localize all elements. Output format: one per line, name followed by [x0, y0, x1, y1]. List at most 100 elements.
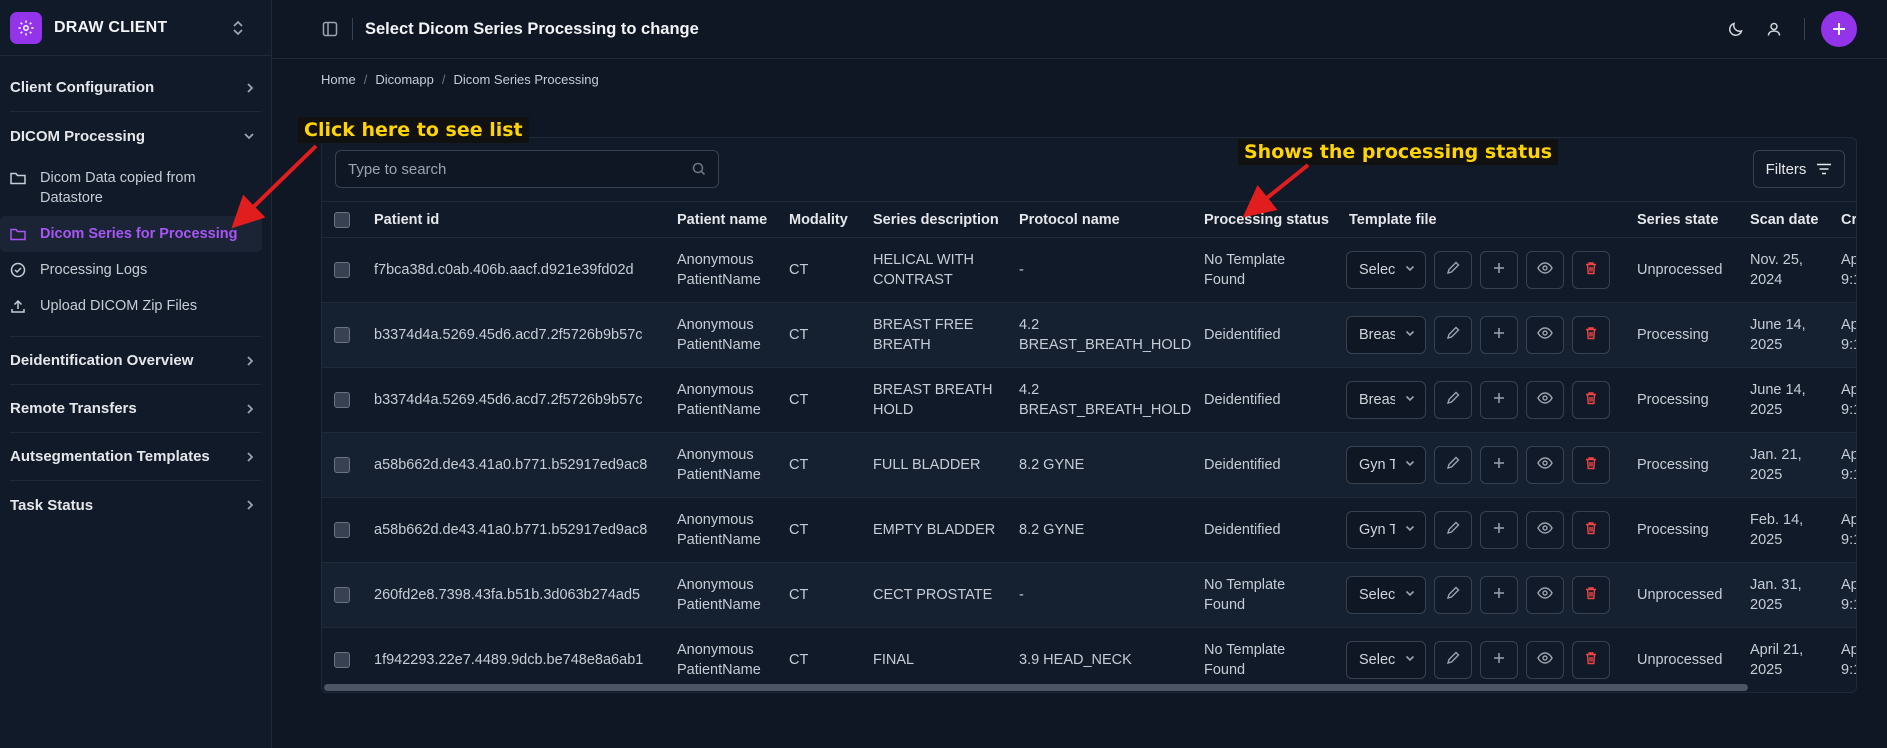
patient-id-cell[interactable]: 260fd2e8.7398.43fa.b51b.3d063b274ad5: [374, 585, 640, 605]
moon-icon[interactable]: [1728, 21, 1744, 37]
row-checkbox[interactable]: [334, 652, 350, 668]
user-icon[interactable]: [1766, 21, 1782, 37]
edit-button[interactable]: [1434, 446, 1472, 484]
view-button[interactable]: [1526, 381, 1564, 419]
column-header[interactable]: Template file: [1349, 212, 1437, 228]
table-row[interactable]: f7bca38d.c0ab.406b.aacf.d921e39fd02d Ano…: [322, 238, 1856, 303]
search-input[interactable]: Type to search: [335, 150, 719, 188]
table-row[interactable]: b3374d4a.5269.45d6.acd7.2f5726b9b57c Ano…: [322, 303, 1856, 368]
delete-button[interactable]: [1572, 316, 1610, 354]
column-header[interactable]: Processing status: [1204, 212, 1329, 228]
column-header[interactable]: Patient id: [374, 212, 439, 228]
patient-id-cell[interactable]: 1f942293.22e7.4489.9dcb.be748e8a6ab1: [374, 650, 643, 670]
edit-button[interactable]: [1434, 576, 1472, 614]
template-file-select[interactable]: Gyn T: [1346, 511, 1426, 549]
edit-button[interactable]: [1434, 641, 1472, 679]
edit-button[interactable]: [1434, 251, 1472, 289]
sidebar-section-remote-transfers[interactable]: Remote Transfers: [10, 385, 261, 433]
add-template-button[interactable]: [1480, 381, 1518, 419]
sidebar-section-task-status[interactable]: Task Status: [10, 481, 261, 529]
template-file-select[interactable]: Breast: [1346, 316, 1426, 354]
edit-button[interactable]: [1434, 511, 1472, 549]
sidebar-item-dicom-series-for-processing[interactable]: Dicom Series for Processing: [0, 216, 262, 252]
table-row[interactable]: 260fd2e8.7398.43fa.b51b.3d063b274ad5 Ano…: [322, 563, 1856, 628]
filters-button[interactable]: Filters: [1753, 150, 1845, 188]
trash-icon: [1584, 651, 1598, 670]
delete-button[interactable]: [1572, 641, 1610, 679]
template-file-select[interactable]: Select: [1346, 251, 1426, 289]
table-row[interactable]: a58b662d.de43.41a0.b771.b52917ed9ac8 Ano…: [322, 498, 1856, 563]
sidebar-item-dicom-data-copied[interactable]: Dicom Data copied from Datastore: [10, 160, 261, 216]
template-file-select[interactable]: Select: [1346, 576, 1426, 614]
sidebar-section-dicom-processing[interactable]: DICOM Processing: [10, 112, 261, 160]
view-button[interactable]: [1526, 641, 1564, 679]
sidebar-section-deidentification-overview[interactable]: Deidentification Overview: [10, 337, 261, 385]
view-button[interactable]: [1526, 251, 1564, 289]
view-button[interactable]: [1526, 576, 1564, 614]
delete-button[interactable]: [1572, 251, 1610, 289]
edit-button[interactable]: [1434, 316, 1472, 354]
row-checkbox[interactable]: [334, 392, 350, 408]
add-template-button[interactable]: [1480, 511, 1518, 549]
template-file-select[interactable]: Select: [1346, 641, 1426, 679]
row-checkbox[interactable]: [334, 327, 350, 343]
delete-button[interactable]: [1572, 576, 1610, 614]
template-file-select[interactable]: Gyn T: [1346, 446, 1426, 484]
brand-switcher[interactable]: DRAW CLIENT: [0, 0, 271, 56]
add-template-button[interactable]: [1480, 316, 1518, 354]
desc-line-2: BREATH: [873, 337, 931, 353]
name-line-2: PatientName: [677, 402, 761, 418]
delete-button[interactable]: [1572, 381, 1610, 419]
view-button[interactable]: [1526, 446, 1564, 484]
add-template-button[interactable]: [1480, 446, 1518, 484]
pencil-icon: [1446, 261, 1460, 280]
created-line-1: Ap: [1841, 642, 1857, 658]
chevron-right-icon: [245, 355, 255, 367]
folder-icon: [10, 224, 28, 244]
sidebar-section-client-configuration[interactable]: Client Configuration: [10, 64, 261, 112]
table-row[interactable]: a58b662d.de43.41a0.b771.b52917ed9ac8 Ano…: [322, 433, 1856, 498]
pencil-icon: [1446, 651, 1460, 670]
edit-button[interactable]: [1434, 381, 1472, 419]
column-header[interactable]: Modality: [789, 212, 848, 228]
sidebar-item-processing-logs[interactable]: Processing Logs: [10, 252, 261, 288]
row-checkbox[interactable]: [334, 262, 350, 278]
view-button[interactable]: [1526, 316, 1564, 354]
add-template-button[interactable]: [1480, 251, 1518, 289]
patient-id-cell[interactable]: b3374d4a.5269.45d6.acd7.2f5726b9b57c: [374, 325, 643, 345]
patient-id-cell[interactable]: f7bca38d.c0ab.406b.aacf.d921e39fd02d: [374, 260, 634, 280]
column-header[interactable]: Protocol name: [1019, 212, 1120, 228]
date-line-2: 2025: [1750, 402, 1783, 418]
date-line-1: April 21,: [1750, 642, 1804, 658]
column-header[interactable]: Series description: [873, 212, 999, 228]
add-button[interactable]: [1821, 11, 1857, 47]
template-file-select[interactable]: Breast: [1346, 381, 1426, 419]
add-template-button[interactable]: [1480, 641, 1518, 679]
row-checkbox[interactable]: [334, 587, 350, 603]
results-card: Type to search Filters Patient id Patien…: [321, 137, 1857, 693]
breadcrumb-dicomapp[interactable]: Dicomapp: [375, 72, 434, 87]
sidebar-section-autsegmentation-templates[interactable]: Autsegmentation Templates: [10, 433, 261, 481]
sidebar-toggle-icon[interactable]: [322, 21, 338, 37]
chevron-up-down-icon[interactable]: [231, 20, 245, 36]
column-header[interactable]: Series state: [1637, 212, 1718, 228]
patient-id-cell[interactable]: b3374d4a.5269.45d6.acd7.2f5726b9b57c: [374, 390, 643, 410]
column-header[interactable]: Cr: [1841, 212, 1856, 228]
horizontal-scrollbar[interactable]: [324, 684, 1748, 691]
row-checkbox[interactable]: [334, 522, 350, 538]
delete-button[interactable]: [1572, 511, 1610, 549]
patient-id-cell[interactable]: a58b662d.de43.41a0.b771.b52917ed9ac8: [374, 455, 647, 475]
created-cell: Ap 9:1: [1841, 250, 1856, 290]
breadcrumb-home[interactable]: Home: [321, 72, 356, 87]
add-template-button[interactable]: [1480, 576, 1518, 614]
scan-date-cell: June 14, 2025: [1750, 380, 1806, 420]
view-button[interactable]: [1526, 511, 1564, 549]
patient-id-cell[interactable]: a58b662d.de43.41a0.b771.b52917ed9ac8: [374, 520, 647, 540]
table-row[interactable]: b3374d4a.5269.45d6.acd7.2f5726b9b57c Ano…: [322, 368, 1856, 433]
column-header[interactable]: Patient name: [677, 212, 767, 228]
column-header[interactable]: Scan date: [1750, 212, 1819, 228]
delete-button[interactable]: [1572, 446, 1610, 484]
sidebar-item-upload-dicom-zip[interactable]: Upload DICOM Zip Files: [10, 288, 261, 324]
row-checkbox[interactable]: [334, 457, 350, 473]
select-all-checkbox[interactable]: [334, 212, 350, 228]
